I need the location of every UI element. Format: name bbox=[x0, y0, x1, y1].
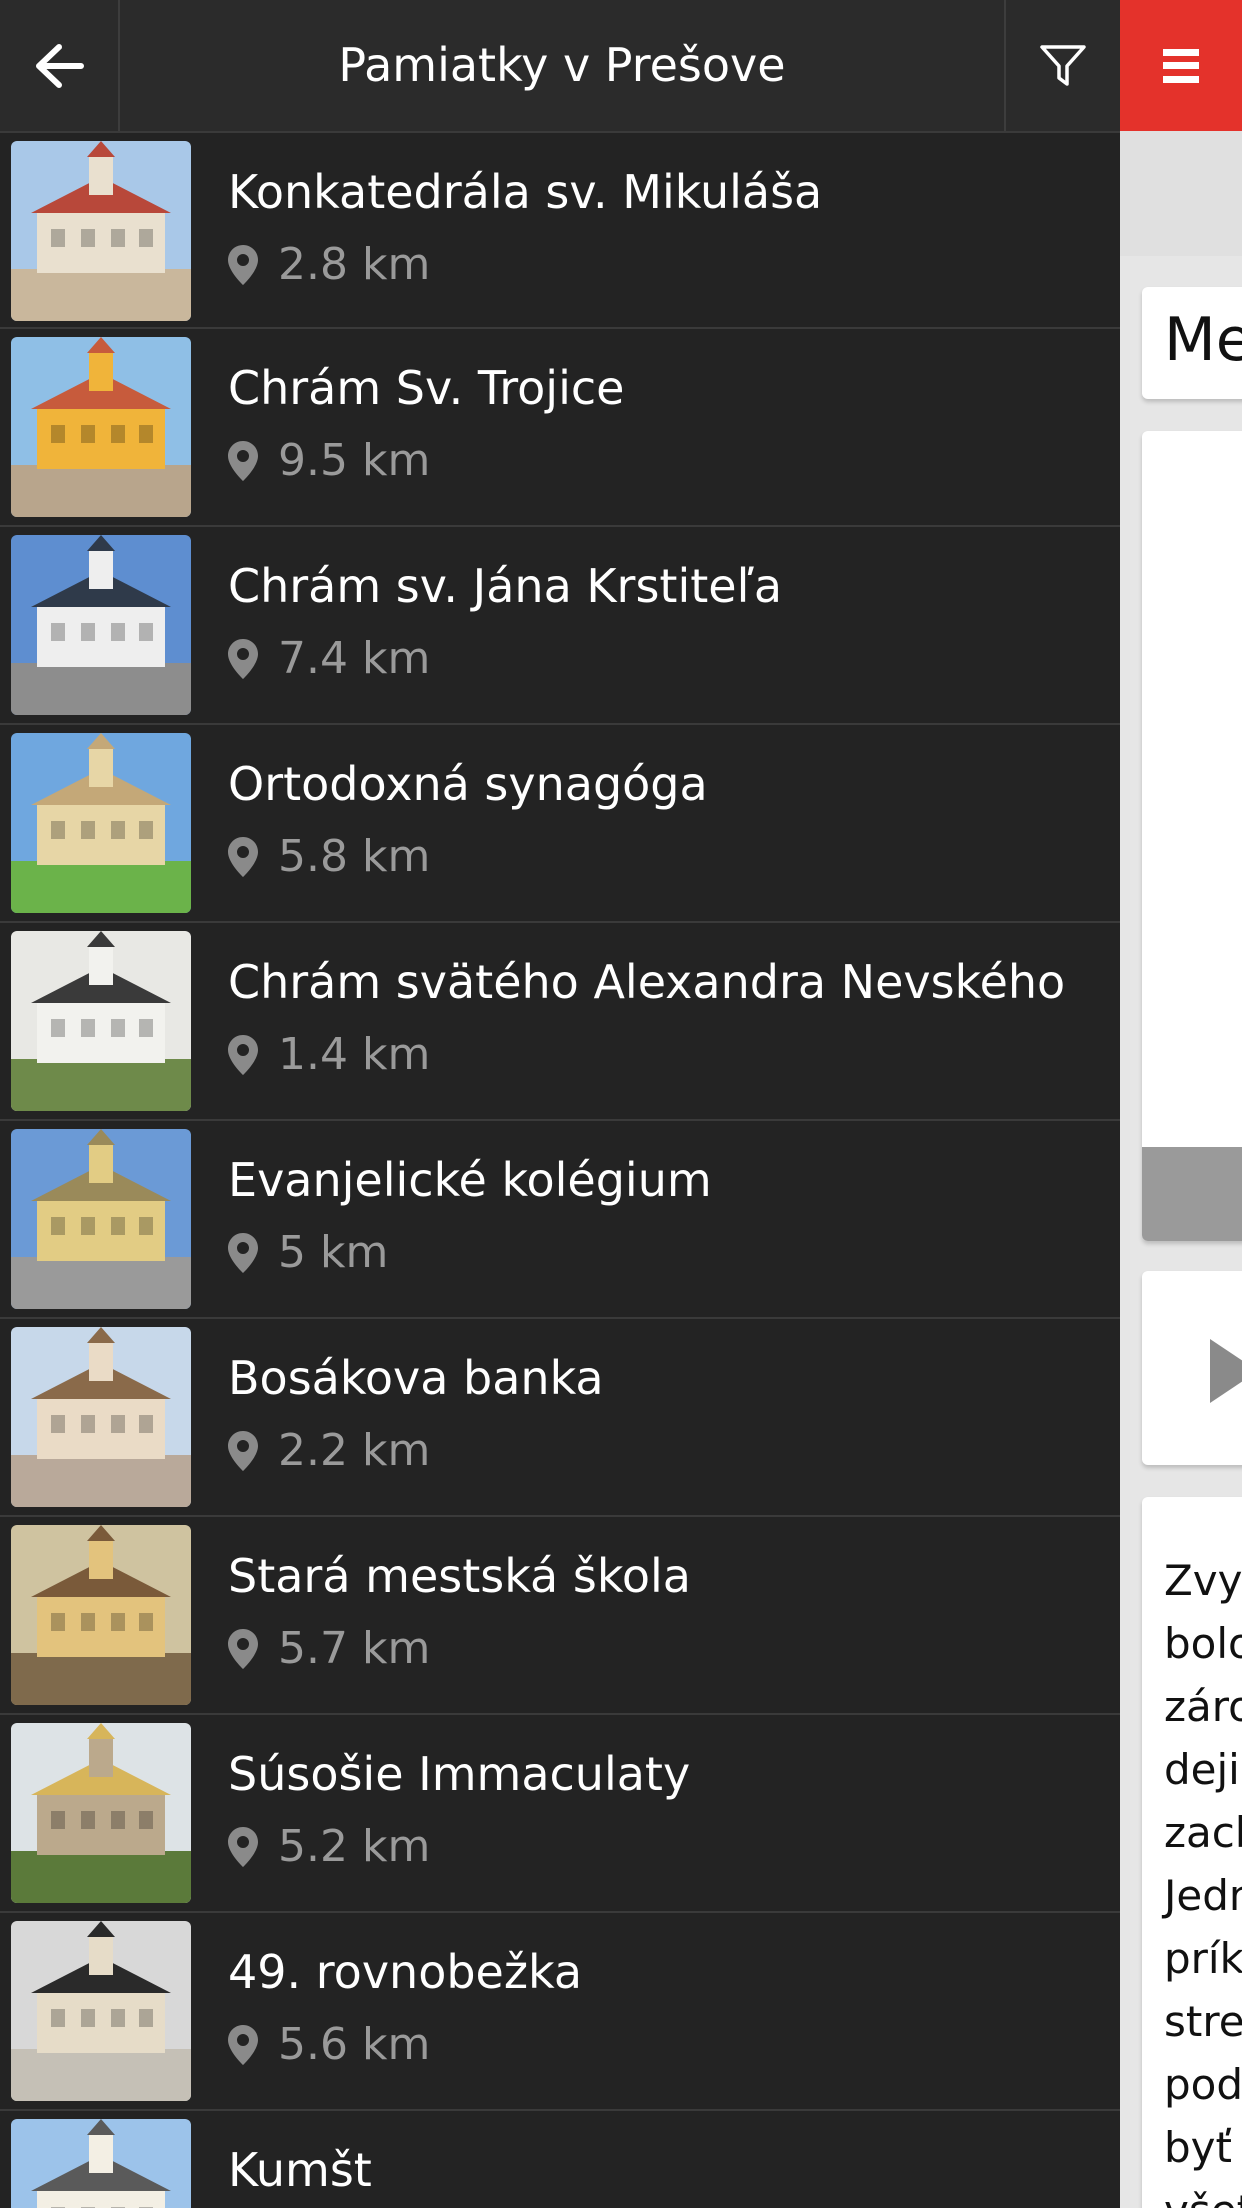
sights-list: Konkatedrála sv. Mikuláša 2.8 km Chrám Sv.… bbox=[0, 131, 1120, 2208]
list-item[interactable]: Chrám Sv. Trojice 9.5 km bbox=[0, 329, 1120, 527]
location-pin-icon bbox=[228, 244, 258, 285]
image-caption-bar bbox=[1142, 1147, 1242, 1241]
sight-distance: 2.2 km bbox=[228, 1425, 430, 1476]
filter-button[interactable] bbox=[1004, 0, 1120, 131]
detail-text-line: stre bbox=[1164, 1997, 1242, 2046]
distance-label: 5 km bbox=[278, 1227, 389, 1278]
distance-label: 5.2 km bbox=[278, 1821, 431, 1872]
sight-distance: 5.7 km bbox=[228, 1623, 430, 1674]
detail-text-line: všet bbox=[1164, 2179, 1242, 2208]
sight-name: Súsošie Immaculaty bbox=[228, 1747, 691, 1801]
detail-text-card: Zvyš bolo záro dejin zach Jedn prík stre pod byť v… bbox=[1142, 1497, 1242, 2208]
arrow-left-icon bbox=[36, 43, 84, 88]
sight-thumbnail bbox=[11, 535, 191, 715]
detail-text-line: prík bbox=[1164, 1934, 1242, 1983]
list-item[interactable]: Chrám svätého Alexandra Nevského 1.4 km bbox=[0, 923, 1120, 1121]
detail-text: Zvyš bolo záro dejin zach Jedn prík stre pod byť v… bbox=[1164, 1549, 1242, 2208]
sight-thumbnail bbox=[11, 2119, 191, 2208]
list-item[interactable]: Stará mestská škola 5.7 km bbox=[0, 1517, 1120, 1715]
list-item[interactable]: Súsošie Immaculaty 5.2 km bbox=[0, 1715, 1120, 1913]
sight-distance: 5 km bbox=[228, 1227, 388, 1278]
detail-toolbar bbox=[1120, 131, 1242, 256]
distance-label: 5.6 km bbox=[278, 2019, 431, 2070]
list-item[interactable]: Bosákova banka 2.2 km bbox=[0, 1319, 1120, 1517]
sight-name: Stará mestská škola bbox=[228, 1549, 691, 1603]
hamburger-menu-icon bbox=[1163, 48, 1199, 83]
location-pin-icon bbox=[228, 1034, 258, 1075]
sight-thumbnail bbox=[11, 337, 191, 517]
sight-thumbnail bbox=[11, 1723, 191, 1903]
sight-distance: 5.6 km bbox=[228, 2019, 430, 2070]
filter-icon bbox=[1040, 44, 1086, 86]
location-pin-icon bbox=[228, 638, 258, 679]
list-item[interactable]: Evanjelické kolégium 5 km bbox=[0, 1121, 1120, 1319]
detail-text-line: bolo bbox=[1164, 1619, 1242, 1668]
audio-player-card[interactable] bbox=[1142, 1271, 1242, 1465]
sight-name: Chrám sv. Jána Krstiteľa bbox=[228, 559, 783, 613]
location-pin-icon bbox=[228, 836, 258, 877]
menu-button[interactable] bbox=[1120, 0, 1242, 131]
sight-distance: 5.2 km bbox=[228, 1821, 430, 1872]
sight-name: Evanjelické kolégium bbox=[228, 1153, 712, 1207]
distance-label: 9.5 km bbox=[278, 435, 431, 486]
sight-name: Chrám svätého Alexandra Nevského bbox=[228, 955, 1066, 1009]
detail-title-card: Me bbox=[1142, 287, 1242, 399]
detail-text-line: záro bbox=[1164, 1682, 1242, 1731]
sights-drawer: Konkatedrála sv. Mikuláša 2.8 km Chrám Sv.… bbox=[0, 131, 1120, 2208]
list-item[interactable]: 49. rovnobežka 5.6 km bbox=[0, 1913, 1120, 2111]
detail-text-line: Jedn bbox=[1164, 1871, 1242, 1920]
detail-text-line: dejin bbox=[1164, 1745, 1242, 1794]
distance-label: 5.8 km bbox=[278, 831, 431, 882]
sight-distance: 7.4 km bbox=[228, 633, 430, 684]
detail-image-card[interactable] bbox=[1142, 431, 1242, 1241]
sight-distance: 5.8 km bbox=[228, 831, 430, 882]
sight-name: Chrám Sv. Trojice bbox=[228, 361, 625, 415]
sight-thumbnail bbox=[11, 733, 191, 913]
sight-thumbnail bbox=[11, 141, 191, 321]
detail-text-line: byť bbox=[1164, 2123, 1232, 2172]
sight-name: Konkatedrála sv. Mikuláša bbox=[228, 165, 823, 219]
background-detail-panel: Me Zvyš bolo záro dejin zach Jedn prík stre pod b… bbox=[1120, 131, 1242, 2208]
distance-label: 5.7 km bbox=[278, 1623, 431, 1674]
distance-label: 7.4 km bbox=[278, 633, 431, 684]
distance-label: 2.8 km bbox=[278, 239, 431, 290]
distance-label: 1.4 km bbox=[278, 1029, 431, 1080]
sight-thumbnail bbox=[11, 1525, 191, 1705]
location-pin-icon bbox=[228, 2024, 258, 2065]
sight-name: Bosákova banka bbox=[228, 1351, 604, 1405]
list-item[interactable]: Konkatedrála sv. Mikuláša 2.8 km bbox=[0, 131, 1120, 329]
location-pin-icon bbox=[228, 1232, 258, 1273]
back-button[interactable] bbox=[0, 0, 120, 131]
sight-thumbnail bbox=[11, 931, 191, 1111]
sight-thumbnail bbox=[11, 1921, 191, 2101]
play-icon[interactable] bbox=[1210, 1339, 1242, 1403]
page-title: Pamiatky v Prešove bbox=[338, 38, 786, 92]
list-item[interactable]: Chrám sv. Jána Krstiteľa 7.4 km bbox=[0, 527, 1120, 725]
location-pin-icon bbox=[228, 1826, 258, 1867]
list-item[interactable]: Ortodoxná synagóga 5.8 km bbox=[0, 725, 1120, 923]
sight-thumbnail bbox=[11, 1327, 191, 1507]
sight-distance: 2.8 km bbox=[228, 239, 430, 290]
location-pin-icon bbox=[228, 1628, 258, 1669]
distance-label: 2.2 km bbox=[278, 1425, 431, 1476]
sight-name: Kumšt bbox=[228, 2143, 372, 2197]
location-pin-icon bbox=[228, 440, 258, 481]
detail-text-line: Zvyš bbox=[1164, 1556, 1242, 1605]
detail-text-line: zach bbox=[1164, 1808, 1242, 1857]
detail-text-line: pod bbox=[1164, 2060, 1242, 2109]
list-item[interactable]: Kumšt bbox=[0, 2111, 1120, 2208]
app-header: Pamiatky v Prešove bbox=[0, 0, 1242, 131]
sight-thumbnail bbox=[11, 1129, 191, 1309]
sight-name: 49. rovnobežka bbox=[228, 1945, 583, 1999]
sight-name: Ortodoxná synagóga bbox=[228, 757, 708, 811]
detail-title: Me bbox=[1164, 305, 1242, 375]
location-pin-icon bbox=[228, 1430, 258, 1471]
sight-distance: 1.4 km bbox=[228, 1029, 430, 1080]
sight-distance: 9.5 km bbox=[228, 435, 430, 486]
